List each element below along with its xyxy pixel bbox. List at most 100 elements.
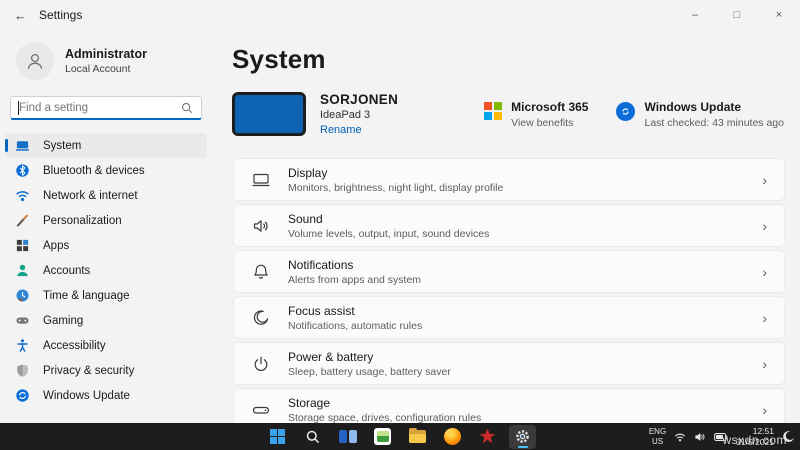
display-icon [251,170,271,190]
search-input[interactable] [11,102,181,114]
sidebar-item-accessibility[interactable]: Accessibility [5,333,207,358]
sidebar-item-network-internet[interactable]: Network & internet [5,183,207,208]
row-title: Notifications [288,258,421,272]
red-app-button[interactable] [474,425,501,449]
page-title: System [232,44,800,75]
account-header[interactable]: Administrator Local Account [16,42,212,80]
maximize-icon[interactable]: □ [716,0,758,30]
sidebar: Administrator Local Account System Bluet… [0,30,212,423]
rename-link[interactable]: Rename [320,124,398,136]
promo-subtitle: View benefits [511,117,588,129]
settings-row-display[interactable]: Display Monitors, brightness, night ligh… [233,158,785,201]
wifi-icon [14,188,30,204]
row-title: Focus assist [288,304,422,318]
task-view-button[interactable] [334,425,361,449]
row-title: Display [288,166,503,180]
title-bar: ← Settings – □ × [0,0,800,30]
sidebar-item-label: Accounts [43,265,90,277]
settings-row-power-battery[interactable]: Power & battery Sleep, battery usage, ba… [233,342,785,385]
shield-icon [14,363,30,379]
system-icon [14,138,30,154]
red-app-icon [480,429,496,445]
window-title: Settings [39,8,82,22]
speaker-icon [251,216,271,236]
gear-icon [514,428,531,445]
sidebar-item-label: Accessibility [43,340,106,352]
taskbar-search-button[interactable] [299,425,326,449]
photo-app-icon [374,428,391,445]
search-icon [181,102,193,114]
device-model: IdeaPad 3 [320,109,398,121]
sidebar-item-label: Windows Update [43,390,130,402]
minimize-icon[interactable]: – [674,0,716,30]
sidebar-item-accounts[interactable]: Accounts [5,258,207,283]
sidebar-item-system[interactable]: System [5,133,207,158]
row-title: Storage [288,396,481,410]
search-icon [305,429,321,445]
row-subtitle: Notifications, automatic rules [288,320,422,332]
chevron-right-icon: › [762,356,767,372]
apps-grid-icon [14,238,30,254]
accounts-person-icon [14,263,30,279]
row-title: Power & battery [288,350,451,364]
device-name: SORJONEN [320,92,398,107]
search-box[interactable] [10,96,202,120]
sidebar-item-windows-update[interactable]: Windows Update [5,383,207,408]
row-title: Sound [288,212,489,226]
microsoft-logo-icon [484,102,502,120]
sidebar-item-bluetooth-devices[interactable]: Bluetooth & devices [5,158,207,183]
update-icon [14,388,30,404]
sidebar-item-label: Personalization [43,215,122,227]
settings-row-sound[interactable]: Sound Volume levels, output, input, soun… [233,204,785,247]
settings-row-notifications[interactable]: Notifications Alerts from apps and syste… [233,250,785,293]
microsoft-365-link[interactable]: Microsoft 365 View benefits [484,100,588,129]
windows-update-link[interactable]: Windows Update Last checked: 43 minutes … [616,100,784,129]
row-subtitle: Alerts from apps and system [288,274,421,286]
power-icon [251,354,271,374]
clock-globe-icon [14,288,30,304]
language-indicator[interactable]: ENG US [649,427,666,446]
chevron-right-icon: › [762,218,767,234]
back-icon[interactable]: ← [14,8,27,23]
media-app-button[interactable] [369,425,396,449]
volume-status-icon[interactable] [694,431,706,443]
user-name: Administrator [65,47,147,61]
firefox-button[interactable] [439,425,466,449]
start-button[interactable] [264,425,291,449]
sidebar-item-label: Privacy & security [43,365,134,377]
settings-app-button[interactable] [509,425,536,449]
promo-title: Microsoft 365 [511,100,588,114]
game-controller-icon [14,313,30,329]
sidebar-item-gaming[interactable]: Gaming [5,308,207,333]
settings-row-focus-assist[interactable]: Focus assist Notifications, automatic ru… [233,296,785,339]
row-subtitle: Monitors, brightness, night light, displ… [288,182,503,194]
chevron-right-icon: › [762,264,767,280]
wifi-status-icon[interactable] [674,431,686,443]
settings-list: Display Monitors, brightness, night ligh… [233,158,785,434]
person-icon [25,51,45,71]
sidebar-nav: System Bluetooth & devices Network & int… [0,133,212,408]
brush-icon [14,213,30,229]
sidebar-item-label: Network & internet [43,190,138,202]
sidebar-item-personalization[interactable]: Personalization [5,208,207,233]
sidebar-item-apps[interactable]: Apps [5,233,207,258]
avatar [16,42,54,80]
language-region: US [649,437,666,447]
text-caret [18,101,19,115]
crescent-moon-icon [251,308,271,328]
sidebar-item-time-language[interactable]: Time & language [5,283,207,308]
task-view-icon [339,430,357,443]
sidebar-item-privacy-security[interactable]: Privacy & security [5,358,207,383]
window-controls: – □ × [674,0,800,30]
settings-window: ← Settings – □ × Administrator Local Acc… [0,0,800,450]
storage-drive-icon [251,400,271,420]
sidebar-item-label: Apps [43,240,69,252]
row-subtitle: Sleep, battery usage, battery saver [288,366,451,378]
promo-links: Microsoft 365 View benefits Windows Upda… [484,100,784,129]
bluetooth-icon [14,163,30,179]
sidebar-item-label: Bluetooth & devices [43,165,145,177]
watermark: wsxdn.com [722,433,787,447]
file-explorer-button[interactable] [404,425,431,449]
close-icon[interactable]: × [758,0,800,30]
promo-title: Windows Update [644,100,784,114]
